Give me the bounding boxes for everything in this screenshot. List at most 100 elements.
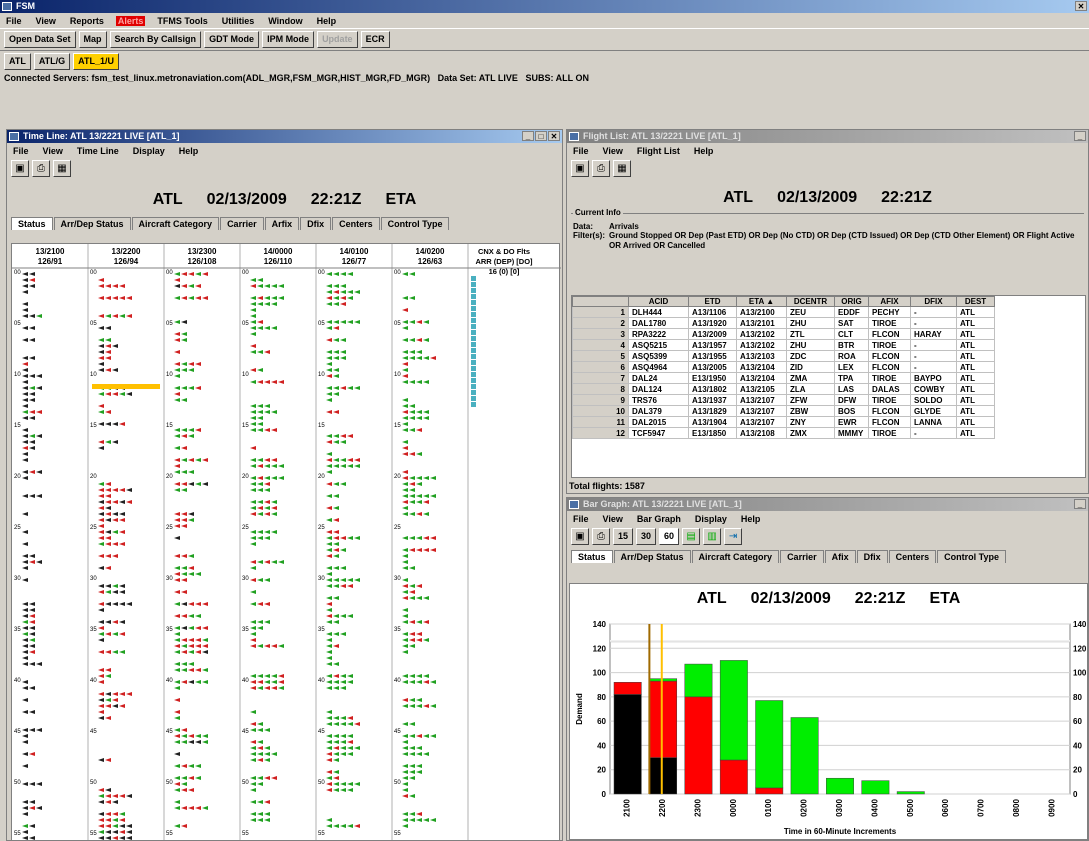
interval-30-button[interactable]: 30 [636,528,657,545]
maximize-icon[interactable]: □ [535,131,547,141]
tab-dfix[interactable]: Dfix [856,550,888,563]
table-row[interactable]: 2 DAL1780 A13/1920 A13/2101 ZHU SAT TIROE - ATL [572,317,995,329]
save-icon[interactable]: ▣ [571,528,589,545]
close-icon[interactable]: ✕ [1075,1,1087,11]
tab-carrier[interactable]: Carrier [780,550,824,563]
table-row[interactable]: 7 DAL24 E13/1950 A13/2104 ZMA TPA TIROE BAYPO AT… [572,372,995,384]
column-header-dfix[interactable]: DFIX [910,296,957,307]
menu-reports[interactable]: Reports [68,16,106,26]
minimize-icon[interactable]: _ [522,131,534,141]
tab-status[interactable]: Status [11,217,53,230]
flight-arrow [333,614,339,618]
menu-file[interactable]: File [571,146,591,156]
table-row[interactable]: 8 DAL124 A13/1802 A13/2105 ZLA LAS DALAS COWBY A… [572,383,995,395]
table-row[interactable]: 9 TRS76 A13/1937 A13/2107 ZFW DFW TIROE SOLDO AT… [572,394,995,406]
menu-bar-graph[interactable]: Bar Graph [635,514,683,524]
column-header-dcentr[interactable]: DCENTR [786,296,835,307]
table-row[interactable]: 10 DAL379 A13/1829 A13/2107 ZBW BOS FLCON GLYDE… [572,405,995,417]
print-icon[interactable]: ⎙ [592,528,610,545]
menu-display[interactable]: Display [131,146,167,156]
menu-window[interactable]: Window [266,16,304,26]
table-row[interactable]: 3 RPA3222 A13/2009 A13/2102 ZTL CLT FLCON HARAY… [572,328,995,340]
table-row[interactable]: 11 DAL2015 A13/1904 A13/2107 ZNY EWR FLCON LANN… [572,416,995,428]
tab-arr-dep-status[interactable]: Arr/Dep Status [613,550,691,563]
gdt-mode-button[interactable]: GDT Mode [204,31,260,48]
airport-tab-atl-1-u[interactable]: ATL_1/U [73,53,119,70]
tab-arfix[interactable]: Arfix [264,217,300,230]
menu-help[interactable]: Help [177,146,201,156]
flightlist-titlebar[interactable]: Flight List: ATL 13/2221 LIVE [ATL_1] _ [567,130,1088,143]
tab-arr-dep-status[interactable]: Arr/Dep Status [53,217,131,230]
minimize-icon[interactable]: _ [1074,499,1086,509]
table-row[interactable]: 4 ASQ5215 A13/1957 A13/2102 ZHU BTR TIROE - ATL [572,339,995,351]
menu-help[interactable]: Help [692,146,716,156]
tab-aircraft-category[interactable]: Aircraft Category [691,550,780,563]
column-header-eta[interactable]: ETA ▲ [736,296,787,307]
tab-dfix[interactable]: Dfix [300,217,332,230]
tab-centers[interactable]: Centers [888,550,937,563]
flight-arrow [264,578,270,582]
menu-flight-list[interactable]: Flight List [635,146,682,156]
row-minute-label: 25 [90,525,97,531]
print-icon[interactable]: ⎙ [32,160,50,177]
menu-tfms-tools[interactable]: TFMS Tools [155,16,209,26]
menu-file[interactable]: File [11,146,31,156]
map-button[interactable]: Map [78,31,107,48]
menu-display[interactable]: Display [693,514,729,524]
bargraph-titlebar[interactable]: Bar Graph: ATL 13/2221 LIVE [ATL_1] _ [567,498,1088,511]
airport-tab-atl-g[interactable]: ATL/G [33,53,71,70]
flight-arrow [250,344,256,348]
row-minute-label: 45 [166,729,173,735]
tab-control-type[interactable]: Control Type [380,217,450,230]
menu-view[interactable]: View [41,146,65,156]
column-header-orig[interactable]: ORIG [834,296,869,307]
menu-alerts[interactable]: Alerts [115,15,146,26]
tab-status[interactable]: Status [571,550,613,563]
tab-control-type[interactable]: Control Type [937,550,1006,563]
table-cell: DFW [834,394,869,406]
menu-view[interactable]: View [601,514,625,524]
flight-arrow [98,536,104,540]
column-header-afix[interactable]: AFIX [868,296,911,307]
column-header-acid[interactable]: ACID [628,296,689,307]
tab-aircraft-category[interactable]: Aircraft Category [131,217,220,230]
grid-icon[interactable]: ▦ [53,160,71,177]
tab-carrier[interactable]: Carrier [220,217,264,230]
table-row[interactable]: 1 DLH444 A13/1106 A13/2100 ZEU EDDF PECHY - ATL [572,306,995,318]
ipm-mode-button[interactable]: IPM Mode [262,31,315,48]
column-header-dest[interactable]: DEST [956,296,995,307]
table-row[interactable]: 12 TCF5947 E13/1850 A13/2108 ZMX MMMY TIROE - AT… [572,427,995,439]
column-header-etd[interactable]: ETD [688,296,737,307]
menu-view[interactable]: View [34,16,58,26]
timeline-titlebar[interactable]: Time Line: ATL 13/2221 LIVE [ATL_1] _ □ … [7,130,562,143]
airport-tab-atl[interactable]: ATL [4,53,31,70]
table-icon[interactable]: ▦ [613,160,631,177]
flight-arrow [174,332,180,336]
bar-chart-icon[interactable]: ▥ [703,528,722,545]
close-icon[interactable]: ✕ [548,131,560,141]
save-icon[interactable]: ▣ [11,160,29,177]
menu-help[interactable]: Help [315,16,339,26]
flight-arrow [333,782,339,786]
chart-legend-icon[interactable]: ▤ [682,528,701,545]
menu-utilities[interactable]: Utilities [220,16,257,26]
export-icon[interactable]: ⇥ [724,528,743,545]
menu-file[interactable]: File [571,514,591,524]
search-by-callsign-button[interactable]: Search By Callsign [109,31,202,48]
table-row[interactable]: 6 ASQ4964 A13/2005 A13/2104 ZID LEX FLCON - ATL [572,361,995,373]
interval-60-button[interactable]: 60 [659,528,680,545]
menu-view[interactable]: View [601,146,625,156]
open-data-set-button[interactable]: Open Data Set [4,31,76,48]
tab-afix[interactable]: Afix [824,550,856,563]
minimize-icon[interactable]: _ [1074,131,1086,141]
menu-help[interactable]: Help [739,514,763,524]
interval-15-button[interactable]: 15 [613,528,634,545]
save-icon[interactable]: ▣ [571,160,589,177]
update-button[interactable]: Update [317,31,358,48]
print-icon[interactable]: ⎙ [592,160,610,177]
ecr-button[interactable]: ECR [360,31,390,48]
menu-file[interactable]: File [4,16,24,26]
table-row[interactable]: 5 ASQ5399 A13/1955 A13/2103 ZDC ROA FLCON - ATL [572,350,995,362]
menu-time-line[interactable]: Time Line [75,146,121,156]
tab-centers[interactable]: Centers [332,217,380,230]
